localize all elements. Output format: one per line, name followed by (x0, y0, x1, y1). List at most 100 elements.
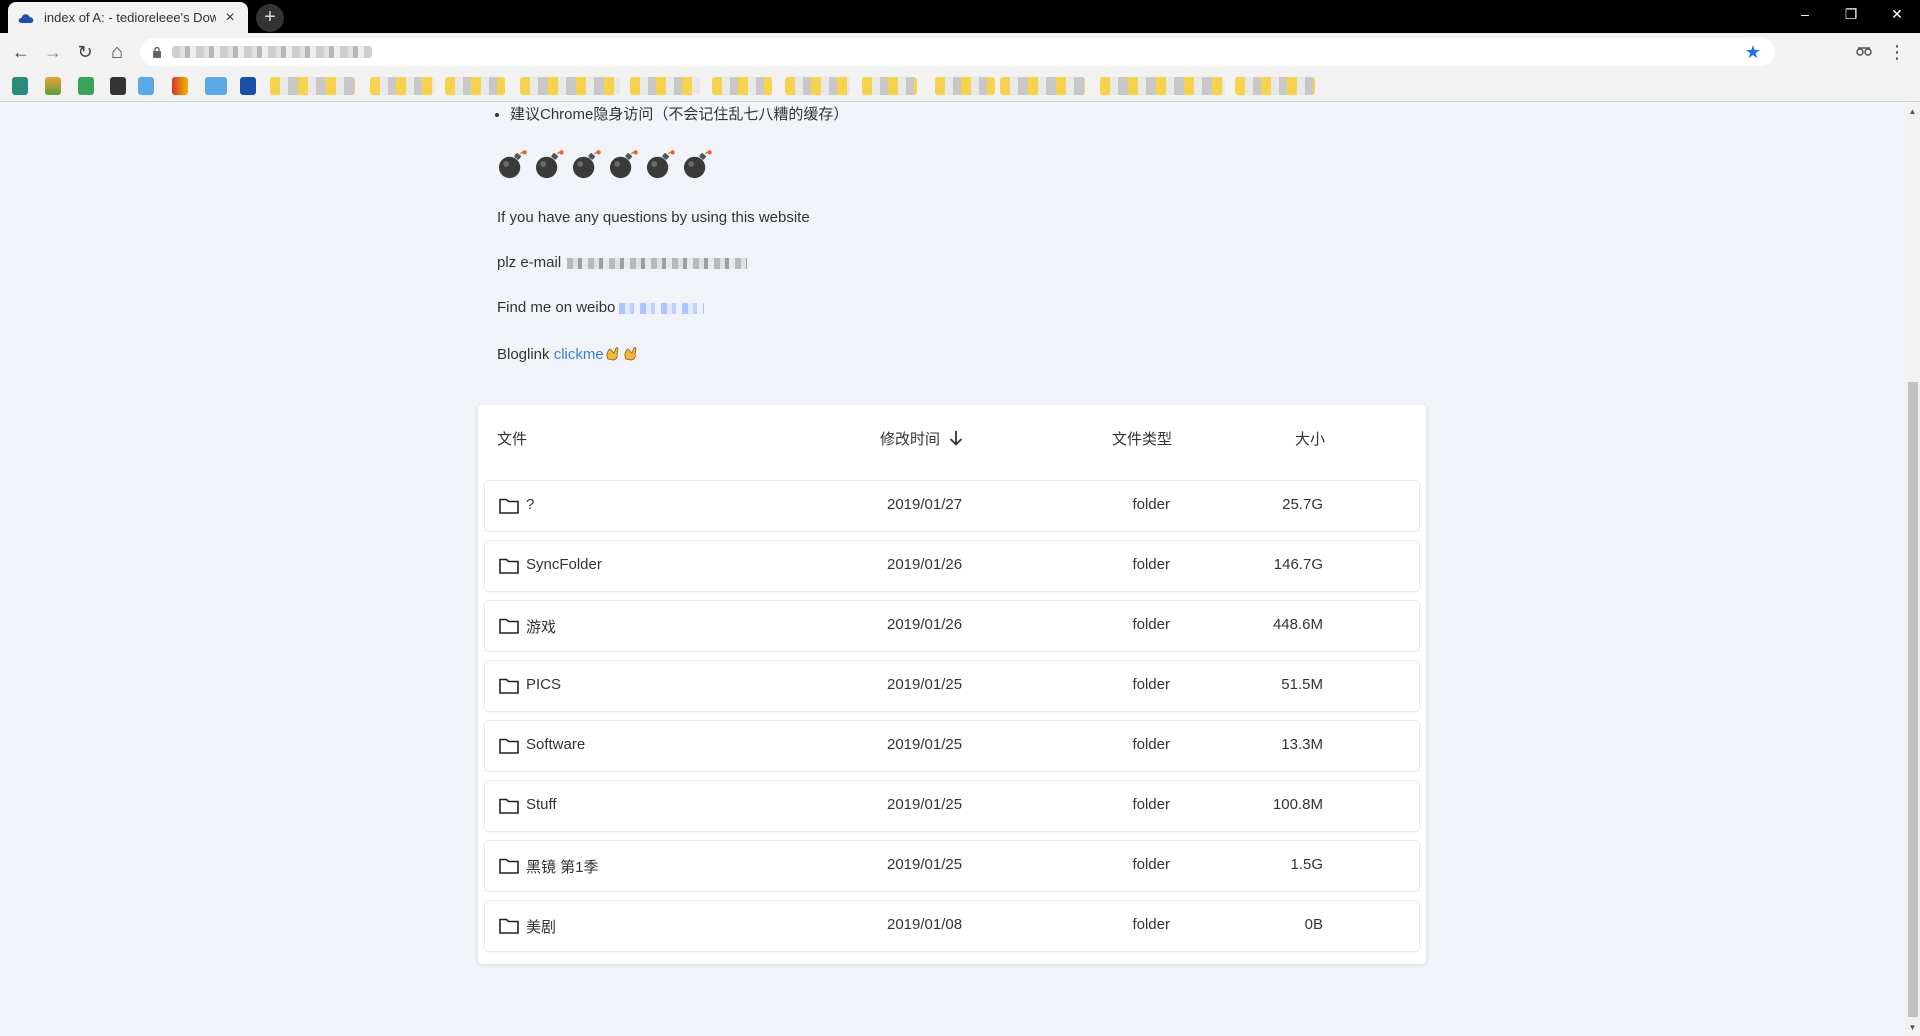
row-modified: 2019/01/26 (887, 556, 963, 573)
weibo-link-redacted[interactable] (619, 302, 705, 314)
clapping-hands-icon (606, 347, 619, 361)
row-size: 25.7G (1282, 496, 1323, 513)
table-row[interactable]: SyncFolder 2019/01/26 folder 146.7G (485, 541, 1419, 591)
folder-icon (499, 678, 519, 694)
table-row[interactable]: ? 2019/01/27 folder 25.7G (485, 481, 1419, 531)
notice-item: 建议Chrome隐身访问（不会记住乱七八糟的缓存） (510, 103, 848, 124)
bookmark-icon[interactable] (12, 77, 28, 95)
bookmark-item-redacted[interactable] (1235, 77, 1315, 95)
folder-icon (499, 858, 519, 874)
bookmark-item-redacted[interactable] (370, 77, 435, 95)
restore-button[interactable]: ❐ (1828, 0, 1874, 28)
bookmark-item-redacted[interactable] (862, 77, 917, 95)
email-address-redacted[interactable] (567, 257, 748, 269)
notice-list: 建议Chrome隐身访问（不会记住乱七八糟的缓存） (510, 103, 848, 124)
header-file-name[interactable]: 文件 (497, 428, 527, 449)
browser-toolbar: ← → ↻ ⌂ ★ ⋮ (0, 33, 1920, 70)
weibo-line: Find me on weibo (497, 299, 705, 316)
row-type: folder (1132, 856, 1170, 873)
row-modified: 2019/01/25 (887, 796, 963, 813)
bookmark-icon[interactable] (45, 77, 61, 95)
row-name[interactable]: PICS (526, 676, 561, 693)
row-type: folder (1132, 496, 1170, 513)
scroll-up-arrow-icon[interactable]: ▲ (1905, 103, 1920, 120)
bookmark-item-redacted[interactable] (630, 77, 700, 95)
bookmark-icon[interactable] (138, 77, 154, 95)
arrow-down-icon[interactable] (948, 429, 964, 447)
bookmark-icon[interactable] (110, 77, 126, 95)
row-name[interactable]: Stuff (526, 796, 557, 813)
row-size: 0B (1304, 916, 1323, 933)
onedrive-cloud-icon (18, 10, 34, 26)
row-modified: 2019/01/25 (887, 676, 963, 693)
table-row[interactable]: 美剧 2019/01/08 folder 0B (485, 901, 1419, 951)
address-bar[interactable]: ★ (140, 38, 1775, 66)
bookmark-item-redacted[interactable] (1000, 77, 1085, 95)
back-button[interactable]: ← (8, 39, 34, 65)
table-header: 文件 修改时间 文件类型 大小 (478, 405, 1426, 465)
row-type: folder (1132, 676, 1170, 693)
row-size: 13.3M (1281, 736, 1323, 753)
bookmarks-bar (0, 70, 1920, 102)
bookmark-icon[interactable] (205, 77, 227, 95)
browser-tab[interactable]: index of A: - tedioreleee's Downl × (8, 2, 248, 33)
bookmark-item-redacted[interactable] (445, 77, 505, 95)
scroll-down-arrow-icon[interactable]: ▼ (1905, 1019, 1920, 1036)
clickme-link[interactable]: clickme (554, 346, 604, 363)
reload-button[interactable]: ↻ (72, 39, 98, 65)
new-tab-button[interactable]: + (256, 4, 284, 32)
tab-close-icon[interactable]: × (222, 9, 238, 26)
bookmark-item-redacted[interactable] (785, 77, 850, 95)
folder-icon (499, 558, 519, 574)
row-name[interactable]: ? (526, 496, 534, 513)
email-label: plz e-mail (497, 254, 562, 271)
header-file-type[interactable]: 文件类型 (1112, 428, 1172, 449)
bomb-icon (609, 150, 638, 179)
bomb-icon (498, 150, 527, 179)
page-viewport: 建议Chrome隐身访问（不会记住乱七八糟的缓存） If you have an… (0, 103, 1905, 1036)
table-row[interactable]: Software 2019/01/25 folder 13.3M (485, 721, 1419, 771)
bookmark-item-redacted[interactable] (270, 77, 355, 95)
row-size: 51.5M (1281, 676, 1323, 693)
bloglink-label: Bloglink (497, 346, 550, 363)
bookmark-icon[interactable] (240, 77, 256, 95)
row-name[interactable]: SyncFolder (526, 556, 602, 573)
table-row[interactable]: 黑镜 第1季 2019/01/25 folder 1.5G (485, 841, 1419, 891)
row-name[interactable]: 游戏 (526, 616, 556, 637)
forward-button[interactable]: → (40, 39, 66, 65)
bookmark-icon[interactable] (78, 77, 94, 95)
bookmark-item-redacted[interactable] (1100, 77, 1225, 95)
bookmark-item-redacted[interactable] (712, 77, 772, 95)
bookmark-item-redacted[interactable] (935, 77, 995, 95)
row-name[interactable]: 美剧 (526, 916, 556, 937)
scrollbar-thumb[interactable] (1908, 382, 1918, 1017)
row-type: folder (1132, 736, 1170, 753)
header-size[interactable]: 大小 (1295, 428, 1325, 449)
menu-kebab-icon[interactable]: ⋮ (1886, 41, 1908, 63)
tab-title: index of A: - tedioreleee's Downl (44, 10, 216, 25)
folder-icon (499, 618, 519, 634)
bomb-icon (535, 150, 564, 179)
extension-icon[interactable] (1853, 41, 1875, 63)
bookmark-item-redacted[interactable] (520, 77, 620, 95)
url-text-redacted (172, 46, 372, 58)
vertical-scrollbar[interactable]: ▲ ▼ (1905, 103, 1920, 1036)
row-name[interactable]: 黑镜 第1季 (526, 856, 599, 877)
row-type: folder (1132, 616, 1170, 633)
close-window-button[interactable]: ✕ (1874, 0, 1920, 28)
table-row[interactable]: Stuff 2019/01/25 folder 100.8M (485, 781, 1419, 831)
header-modified-label: 修改时间 (880, 431, 941, 448)
row-size: 100.8M (1272, 796, 1323, 813)
header-modified[interactable]: 修改时间 (880, 428, 964, 449)
bookmark-icon[interactable] (172, 77, 188, 95)
row-modified: 2019/01/27 (887, 496, 963, 513)
minimize-button[interactable]: – (1782, 0, 1828, 28)
table-row[interactable]: 游戏 2019/01/26 folder 448.6M (485, 601, 1419, 651)
row-name[interactable]: Software (526, 736, 585, 753)
home-button[interactable]: ⌂ (104, 39, 130, 65)
table-row[interactable]: PICS 2019/01/25 folder 51.5M (485, 661, 1419, 711)
row-type: folder (1132, 556, 1170, 573)
bomb-emoji-row (497, 149, 713, 180)
bookmark-star-icon[interactable]: ★ (1745, 43, 1761, 61)
folder-icon (499, 738, 519, 754)
